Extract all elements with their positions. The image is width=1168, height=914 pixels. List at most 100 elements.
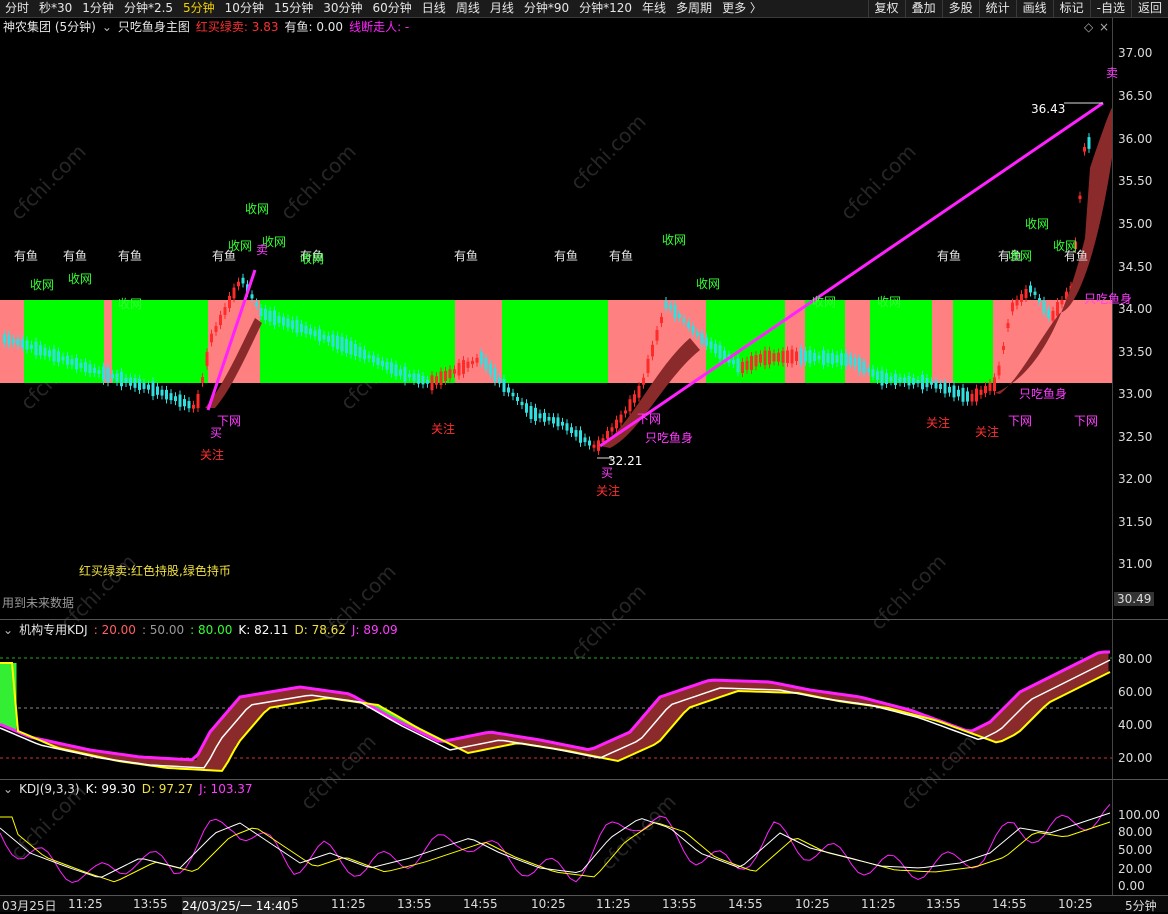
candle-body <box>534 407 537 421</box>
stock-title[interactable]: 神农集团 (5分钟) <box>0 19 96 36</box>
candle-body <box>831 353 834 364</box>
kdj1-50: : 50.00 <box>141 623 185 637</box>
candle-body <box>682 318 686 323</box>
candle-body <box>84 362 87 372</box>
tab-min-2-5[interactable]: 分钟*2.5 <box>119 0 178 17</box>
kdj1-y-tick: 80.00 <box>1118 652 1153 666</box>
close-icon[interactable]: × <box>1099 20 1109 34</box>
candle-body <box>840 353 843 366</box>
crosshair-time: 24/03/25/一 14:40 <box>182 897 291 914</box>
x-tick: 13:55 <box>397 897 432 911</box>
kdj2-title[interactable]: KDJ(9,3,3) <box>19 781 80 798</box>
candle-body <box>948 386 951 393</box>
tab-timeshare[interactable]: 分时 <box>0 0 34 17</box>
candle-body <box>538 413 542 419</box>
net-down-signal: 下网 <box>1008 414 1033 428</box>
candle-body <box>709 341 713 349</box>
tab-multi-period[interactable]: 多周期 <box>671 0 717 17</box>
kdj2-chart[interactable] <box>0 798 1112 894</box>
tab-60min[interactable]: 60分钟 <box>368 0 417 17</box>
tab-week[interactable]: 周线 <box>451 0 485 17</box>
tab-more[interactable]: 更多 〉 <box>717 0 767 17</box>
candle-body <box>520 401 524 406</box>
back-button[interactable]: 返回 <box>1130 0 1168 17</box>
candle-body <box>912 377 915 385</box>
candle-body <box>219 314 222 326</box>
candle-body <box>723 350 726 360</box>
tab-15min[interactable]: 15分钟 <box>269 0 318 17</box>
tab-day[interactable]: 日线 <box>417 0 451 17</box>
kdj1-chart[interactable] <box>0 640 1112 778</box>
watch-signal: 关注 <box>200 448 225 462</box>
kdj1-j: J: 89.09 <box>351 623 398 637</box>
candle-body <box>475 357 479 363</box>
candle-body <box>952 385 956 398</box>
candle-body <box>376 357 380 365</box>
indicator-toggle-icon[interactable]: ⌄ <box>102 19 112 36</box>
candle-body <box>363 349 366 360</box>
price-axis <box>1112 18 1168 911</box>
tab-5min[interactable]: 5分钟 <box>178 0 220 17</box>
y-tick: 31.00 <box>1118 557 1153 571</box>
candle-body <box>277 316 281 324</box>
tab-1min[interactable]: 1分钟 <box>77 0 119 17</box>
net-up-signal: 收网 <box>1053 239 1078 253</box>
kdj2-y-tick: 20.00 <box>1118 862 1153 876</box>
candle-body <box>862 361 866 374</box>
candle-body <box>633 394 636 403</box>
statistics-button[interactable]: 统计 <box>978 0 1016 17</box>
overlay-button[interactable]: 叠加 <box>904 0 942 17</box>
candle-body <box>286 318 290 328</box>
candle-body <box>336 335 339 350</box>
indicator-toggle-icon[interactable]: ⌄ <box>0 781 13 798</box>
restore-rights-button[interactable]: 复权 <box>867 0 905 17</box>
tab-min-120[interactable]: 分钟*120 <box>574 0 637 17</box>
y-tick: 37.00 <box>1118 46 1153 60</box>
tab-year[interactable]: 年线 <box>637 0 671 17</box>
panel-divider[interactable] <box>0 619 1168 620</box>
panel-divider[interactable] <box>0 779 1168 780</box>
indicator-toggle-icon[interactable]: ⌄ <box>0 622 13 639</box>
candle-body <box>511 392 515 397</box>
candle-body <box>448 369 452 379</box>
tab-min-90[interactable]: 分钟*90 <box>519 0 574 17</box>
candle-body <box>43 347 47 356</box>
candle-body <box>160 389 164 396</box>
kdj1-k-line <box>0 659 1111 769</box>
candle-body <box>502 379 506 392</box>
net-up-signal: 收网 <box>30 278 55 292</box>
candle-body <box>678 314 681 318</box>
period-indicator[interactable]: 5分钟 <box>1125 897 1157 914</box>
candle-body <box>165 389 168 400</box>
candle-body <box>232 287 236 299</box>
candle-body <box>241 277 245 284</box>
tab-sec-30[interactable]: 秒*30 <box>34 0 77 17</box>
draw-line-button[interactable]: 画线 <box>1015 0 1053 17</box>
candle-body <box>664 301 668 309</box>
kdj1-y-tick: 20.00 <box>1118 751 1153 765</box>
candle-body <box>48 350 51 357</box>
candle-body <box>345 338 348 354</box>
tab-month[interactable]: 月线 <box>485 0 519 17</box>
candle-body <box>412 373 416 381</box>
fish-body-signal: 只吃鱼身 <box>645 431 694 445</box>
tab-10min[interactable]: 10分钟 <box>220 0 269 17</box>
candle-body <box>1038 298 1041 302</box>
candle-body <box>700 333 704 344</box>
price-chart[interactable] <box>0 38 1112 616</box>
candle-body <box>894 373 897 385</box>
remove-watchlist-button[interactable]: -自选 <box>1089 0 1131 17</box>
candle-body <box>889 376 893 382</box>
candle-body <box>1020 294 1023 302</box>
candle-body <box>381 360 384 367</box>
signal-band <box>112 300 208 383</box>
multi-stock-button[interactable]: 多股 <box>941 0 979 17</box>
candle-body <box>192 404 195 409</box>
diamond-icon[interactable]: ◇ <box>1084 20 1093 34</box>
kdj1-title[interactable]: 机构专用KDJ <box>19 622 88 639</box>
mark-button[interactable]: 标记 <box>1052 0 1090 17</box>
indicator-name[interactable]: 只吃鱼身主图 <box>118 19 190 36</box>
candle-body <box>79 362 83 368</box>
candle-body <box>691 326 695 333</box>
tab-30min[interactable]: 30分钟 <box>318 0 367 17</box>
